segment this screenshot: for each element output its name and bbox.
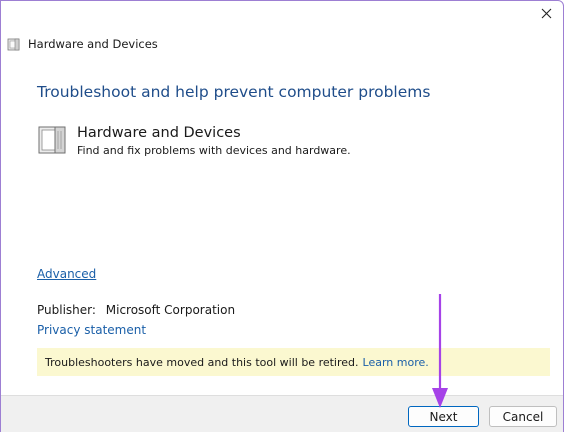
- close-icon: [541, 8, 551, 18]
- retirement-notice: Troubleshooters have moved and this tool…: [37, 348, 550, 376]
- troubleshooter-item: Hardware and Devices Find and fix proble…: [37, 125, 351, 157]
- privacy-statement-link[interactable]: Privacy statement: [37, 323, 146, 337]
- window-title: Hardware and Devices: [28, 37, 158, 51]
- notice-text: Troubleshooters have moved and this tool…: [45, 355, 359, 369]
- page-heading: Troubleshoot and help prevent computer p…: [37, 83, 431, 101]
- troubleshooter-window: Hardware and Devices Troubleshoot and he…: [0, 0, 564, 432]
- item-text: Hardware and Devices Find and fix proble…: [77, 125, 351, 157]
- cancel-button[interactable]: Cancel: [489, 406, 557, 427]
- learn-more-link[interactable]: Learn more.: [363, 356, 429, 369]
- title-bar: Hardware and Devices: [7, 35, 158, 53]
- item-description: Find and fix problems with devices and h…: [77, 144, 351, 157]
- next-button[interactable]: Next: [408, 406, 479, 427]
- publisher-label: Publisher:: [37, 303, 96, 317]
- publisher-value: Microsoft Corporation: [105, 303, 236, 317]
- publisher-info: Publisher: Microsoft Corporation: [37, 303, 235, 317]
- advanced-link[interactable]: Advanced: [37, 267, 96, 281]
- close-button[interactable]: [535, 3, 557, 23]
- hardware-devices-icon: [7, 38, 20, 51]
- hardware-devices-icon: [38, 126, 66, 154]
- footer-bar: Next Cancel: [1, 395, 563, 432]
- item-title: Hardware and Devices: [77, 125, 241, 141]
